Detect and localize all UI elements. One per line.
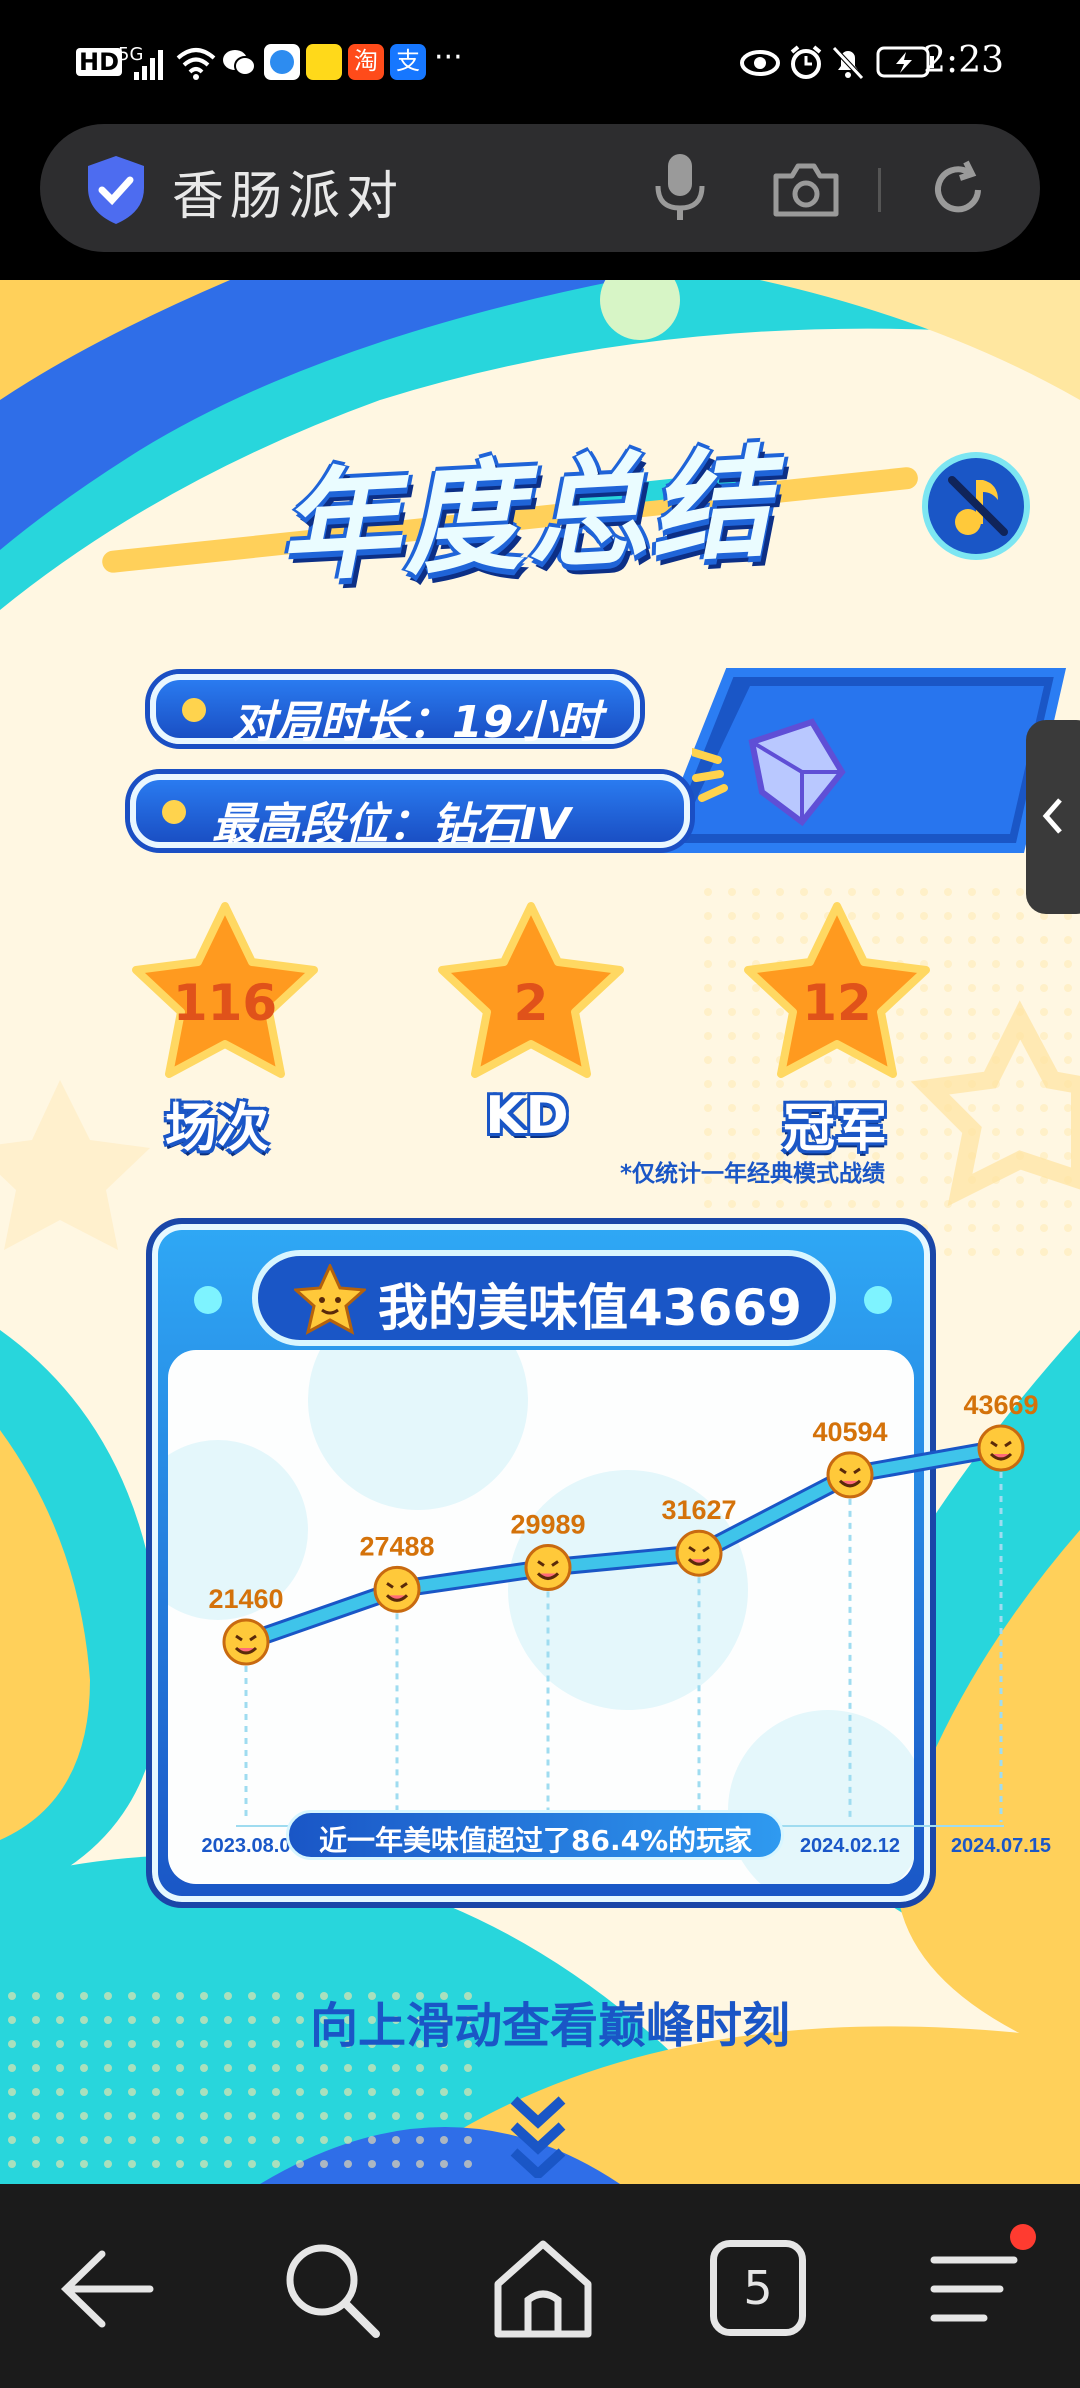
x-tick-label: 2024.07.15 — [951, 1835, 1051, 1857]
divider — [878, 168, 881, 212]
data-point — [977, 1424, 1025, 1472]
search-query-text[interactable]: 香肠派对 — [172, 154, 404, 229]
data-point — [675, 1529, 723, 1577]
data-label: 27488 — [359, 1531, 434, 1561]
percentile-text: 近一年美味值超过了86.4%的玩家 — [319, 1824, 753, 1857]
tabs-button[interactable]: 5 — [710, 2240, 806, 2336]
x-tick-label: 2023.08.0 — [202, 1835, 291, 1857]
browser-bottom-nav: 5 — [0, 2184, 1080, 2388]
alarm-icon — [790, 45, 822, 79]
web-page: 年度总结 对局时长：19小时 最高段位：钻石IV 116 场次 2 KD 12 — [0, 280, 1080, 2184]
score-line-chart: 21460 2023.08.0 27488 29989 31627 40594 20… — [202, 1390, 1052, 1857]
alipay-icon: 支 — [390, 44, 426, 80]
microphone-icon[interactable] — [652, 152, 708, 224]
data-point — [524, 1543, 572, 1591]
tabs-count: 5 — [743, 2261, 773, 2315]
search-icon[interactable] — [276, 2234, 386, 2344]
eye-icon — [740, 50, 780, 76]
back-arrow-icon[interactable] — [52, 2234, 162, 2344]
data-label: 29989 — [510, 1509, 585, 1539]
data-point — [222, 1618, 270, 1666]
camera-icon[interactable] — [770, 162, 842, 218]
notification-dot — [1010, 2224, 1036, 2250]
taobao-icon: 淘 — [348, 44, 384, 80]
hd-indicator: HD — [76, 48, 123, 76]
side-drawer-handle[interactable] — [1026, 720, 1080, 914]
wifi-icon — [176, 48, 216, 80]
data-label: 43669 — [963, 1390, 1038, 1420]
refresh-icon[interactable] — [926, 158, 990, 222]
shield-check-icon — [88, 156, 144, 224]
signal-icon — [134, 50, 163, 80]
browser-app-icon — [264, 44, 300, 80]
data-point — [373, 1565, 421, 1613]
clock: 2:23 — [923, 40, 1004, 81]
address-search-bar[interactable]: 香肠派对 — [40, 124, 1040, 252]
data-label: 21460 — [208, 1584, 283, 1614]
status-bar: HD 5G 淘 支 ··· 2:23 — [0, 0, 1080, 120]
home-icon[interactable] — [488, 2234, 598, 2344]
double-chevron-down-icon[interactable] — [508, 2092, 568, 2178]
data-point — [826, 1451, 874, 1499]
mute-icon — [832, 46, 864, 80]
wechat-icon — [223, 50, 256, 76]
scroll-hint: 向上滑动查看巅峰时刻 — [310, 1998, 791, 2054]
bunny-app-icon — [306, 44, 342, 80]
chevron-left-icon — [1042, 798, 1062, 834]
x-tick-label: 2024.02.12 — [800, 1835, 900, 1857]
more-notifications-icon: ··· — [434, 40, 463, 75]
data-label: 40594 — [812, 1417, 887, 1447]
data-label: 31627 — [661, 1495, 736, 1525]
menu-icon[interactable] — [924, 2234, 1034, 2344]
percentile-banner: 近一年美味值超过了86.4%的玩家 — [286, 1810, 784, 1860]
